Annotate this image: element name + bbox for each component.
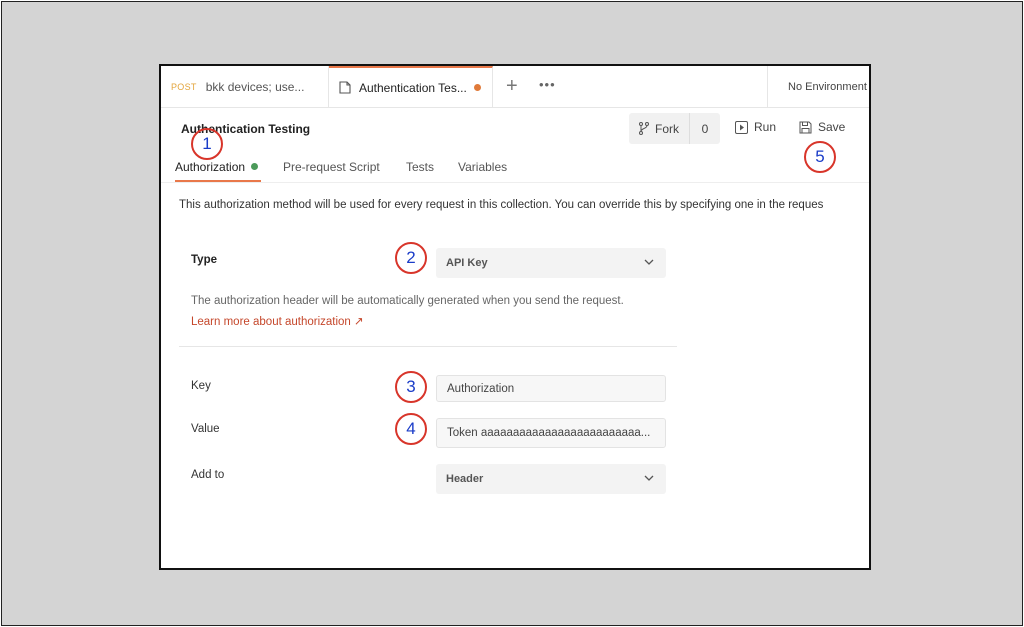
tab-bkk-devices[interactable]: POST bkk devices; use... xyxy=(161,66,329,107)
auth-type-select[interactable]: API Key xyxy=(436,248,666,278)
key-label: Key xyxy=(191,380,211,392)
value-label: Value xyxy=(191,423,220,435)
collection-subtabs: Authorization Pre-request Script Tests V… xyxy=(161,150,869,183)
run-button[interactable]: Run xyxy=(735,120,776,134)
chevron-down-icon xyxy=(644,475,654,481)
fork-count[interactable]: 0 xyxy=(690,122,720,136)
fork-label: Fork xyxy=(655,121,679,136)
save-label: Save xyxy=(818,120,846,134)
run-label: Run xyxy=(754,120,777,134)
auth-helper-text: The authorization header will be automat… xyxy=(191,295,624,307)
fork-button-group: Fork 0 xyxy=(629,113,720,144)
tab-authentication-testing[interactable]: Authentication Tes... xyxy=(329,66,493,107)
auth-type-value: API Key xyxy=(446,257,488,269)
screenshot-frame: POST bkk devices; use... Authentication … xyxy=(1,1,1023,626)
tab-label: Authentication Tes... xyxy=(359,80,467,95)
tab-authorization-label: Authorization xyxy=(175,160,246,174)
add-to-value: Header xyxy=(446,473,484,485)
fork-icon xyxy=(639,122,649,135)
more-tabs-button[interactable]: ••• xyxy=(539,77,556,92)
annotation-5: 5 xyxy=(804,141,836,173)
type-label: Type xyxy=(191,254,217,266)
key-input[interactable]: Authorization xyxy=(436,375,666,402)
tab-method: POST xyxy=(171,81,197,92)
unsaved-dot-icon xyxy=(473,84,481,91)
chevron-down-icon xyxy=(644,259,654,265)
section-divider xyxy=(179,346,677,347)
learn-more-link[interactable]: Learn more about authorization ↗ xyxy=(191,314,364,328)
tab-variables[interactable]: Variables xyxy=(458,160,507,174)
annotation-1: 1 xyxy=(191,128,223,160)
environment-selector[interactable]: No Environment xyxy=(767,66,869,107)
add-to-label: Add to xyxy=(191,469,225,481)
fork-button[interactable]: Fork xyxy=(629,113,690,144)
tab-label: bkk devices; use... xyxy=(205,79,305,94)
tab-bar: POST bkk devices; use... Authentication … xyxy=(161,66,869,108)
auth-description: This authorization method will be used f… xyxy=(179,199,824,211)
collection-icon xyxy=(339,81,351,94)
save-button[interactable]: Save xyxy=(799,120,845,134)
tab-tests[interactable]: Tests xyxy=(406,160,434,174)
active-status-dot-icon xyxy=(251,163,259,170)
play-icon xyxy=(735,120,748,134)
add-to-select[interactable]: Header xyxy=(436,464,666,494)
new-tab-button[interactable]: + xyxy=(506,75,518,98)
active-tab-indicator xyxy=(175,180,261,182)
tab-pre-request-script[interactable]: Pre-request Script xyxy=(283,160,380,174)
annotation-3: 3 xyxy=(395,371,427,403)
app-window: POST bkk devices; use... Authentication … xyxy=(159,64,871,570)
value-input[interactable]: Token aaaaaaaaaaaaaaaaaaaaaaaaa... xyxy=(436,418,666,448)
annotation-2: 2 xyxy=(395,242,427,274)
tab-authorization[interactable]: Authorization xyxy=(175,160,259,174)
save-icon xyxy=(799,121,812,133)
annotation-4: 4 xyxy=(395,413,427,445)
